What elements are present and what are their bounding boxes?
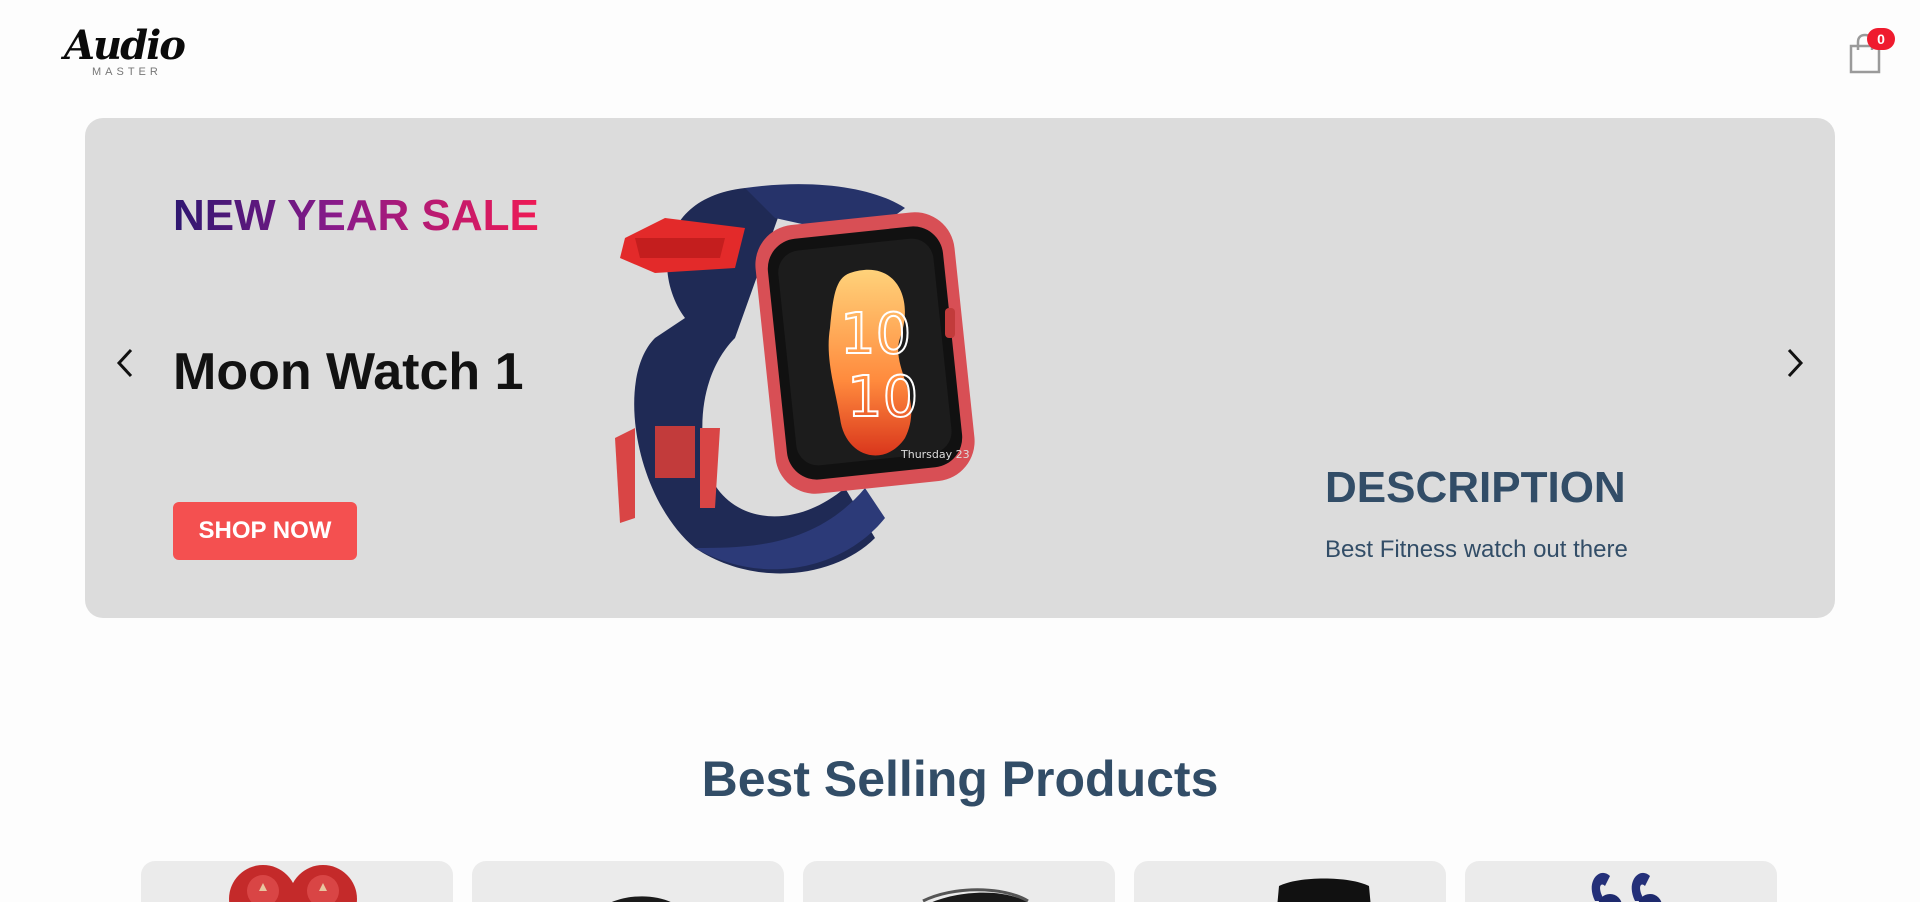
logo-main-text: Audio — [64, 22, 186, 69]
banner-small-text: NEW YEAR SALE — [173, 188, 539, 244]
watch-minute-text: 10 — [847, 365, 918, 430]
chevron-right-icon — [1787, 348, 1804, 378]
blue-earphones-image — [1591, 872, 1662, 902]
banner-product-name: Moon Watch 1 — [173, 343, 524, 401]
hero-banner: NEW YEAR SALE Moon Watch 1 SHOP NOW 10 1… — [85, 118, 1835, 618]
product-card[interactable] — [1134, 861, 1446, 902]
watch-hour-text: 10 — [840, 302, 911, 367]
chevron-left-icon — [116, 348, 133, 378]
product-list — [141, 861, 1781, 902]
previous-slide-button[interactable] — [105, 338, 145, 388]
description-title: DESCRIPTION — [1325, 463, 1626, 512]
black-headphones-image — [612, 896, 671, 902]
logo-sub-text: MASTER — [92, 66, 162, 78]
brand-logo[interactable]: Audio MASTER — [64, 26, 194, 82]
product-card[interactable] — [803, 861, 1115, 902]
shop-now-button[interactable]: SHOP NOW — [173, 502, 357, 560]
black-speaker-image — [922, 888, 1029, 902]
product-card[interactable] — [1465, 861, 1777, 902]
product-card[interactable] — [472, 861, 784, 902]
product-card[interactable] — [141, 861, 453, 902]
black-headphones-image — [1277, 878, 1371, 902]
best-selling-title: Best Selling Products — [701, 751, 1219, 807]
red-earbuds-image — [229, 865, 357, 902]
header: Audio MASTER 0 — [0, 0, 1920, 100]
next-slide-button[interactable] — [1775, 338, 1815, 388]
smart-watch-image: 10 10 Thursday 23 — [615, 184, 975, 574]
description-text: Best Fitness watch out there — [1325, 536, 1628, 563]
cart-count-badge: 0 — [1867, 28, 1895, 50]
cart-button[interactable]: 0 — [1845, 28, 1897, 76]
watch-date-text: Thursday 23 — [900, 448, 970, 461]
